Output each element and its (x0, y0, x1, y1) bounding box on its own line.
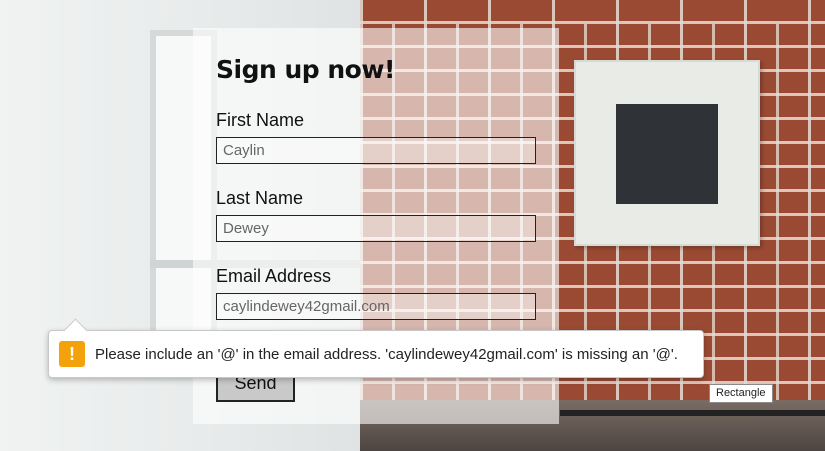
warning-icon: ! (59, 341, 85, 367)
email-field[interactable] (216, 293, 536, 320)
hover-tooltip: Rectangle (709, 384, 773, 403)
last-name-field[interactable] (216, 215, 536, 242)
validation-tooltip: ! Please include an '@' in the email add… (48, 318, 704, 378)
form-title: Sign up now! (216, 55, 395, 84)
background-shelf-bar (560, 410, 825, 416)
first-name-field[interactable] (216, 137, 536, 164)
last-name-label: Last Name (216, 188, 304, 208)
background-picture (616, 104, 718, 204)
email-label: Email Address (216, 266, 332, 286)
background-picture-frame (574, 60, 760, 246)
first-name-label: First Name (216, 110, 305, 130)
validation-message: Please include an '@' in the email addre… (95, 345, 678, 363)
